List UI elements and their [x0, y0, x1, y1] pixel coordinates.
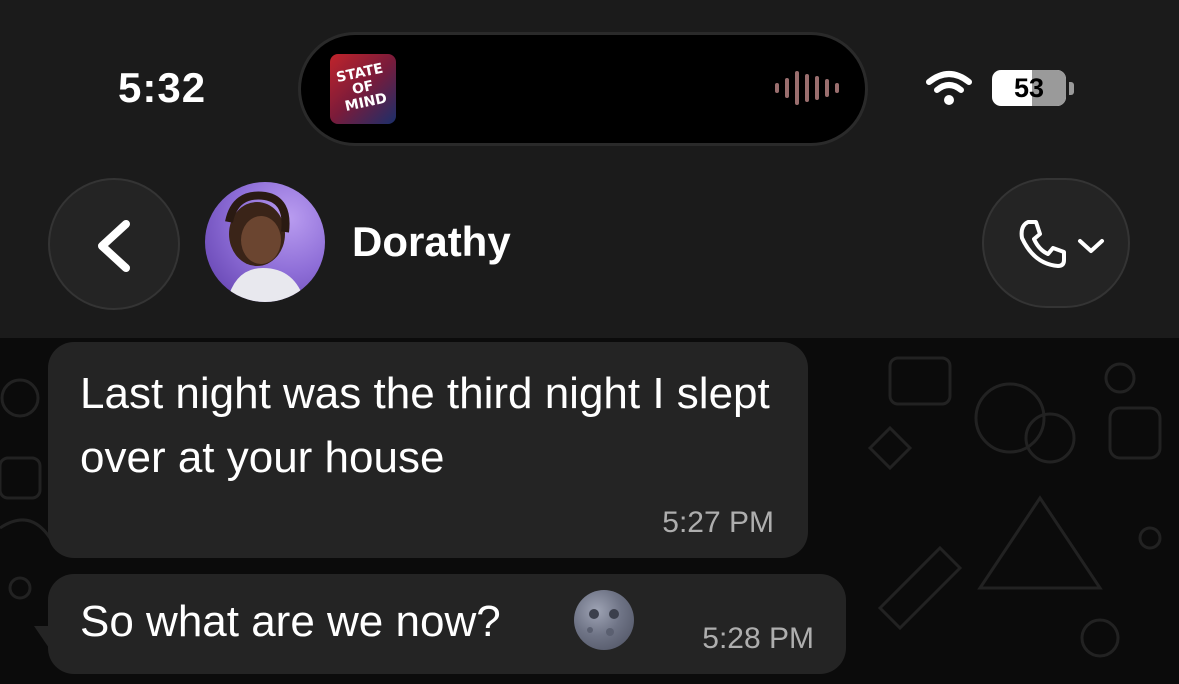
chevron-down-icon: [1078, 239, 1104, 253]
status-time: 5:32: [118, 64, 207, 111]
back-chevron-icon: [98, 220, 130, 272]
message-text: So what are we now?: [80, 597, 501, 646]
battery-cap: [1069, 82, 1074, 95]
battery-level: 53: [1013, 73, 1045, 103]
message-timestamp: 5:27 PM: [662, 506, 774, 539]
contact-avatar[interactable]: [205, 182, 325, 302]
avatar-portrait: [225, 191, 305, 302]
call-button[interactable]: [982, 178, 1130, 308]
message-bubble[interactable]: Last night was the third night I slept o…: [48, 342, 808, 558]
album-art-text: STATE OF MIND: [334, 60, 389, 115]
now-playing-album-art[interactable]: STATE OF MIND: [330, 54, 396, 124]
contact-name[interactable]: Dorathy: [352, 218, 511, 266]
message-bubble[interactable]: So what are we now? 5:28 PM: [48, 574, 846, 674]
message-timestamp: 5:28 PM: [702, 622, 814, 655]
wifi-icon: [926, 71, 972, 105]
battery-icon: 53: [992, 70, 1066, 106]
message-text: Last night was the third night I slept o…: [80, 369, 770, 482]
moon-emoji-icon: [574, 590, 634, 650]
back-button[interactable]: [48, 178, 180, 310]
waveform-icon: [775, 71, 839, 105]
phone-icon: [1019, 220, 1066, 268]
